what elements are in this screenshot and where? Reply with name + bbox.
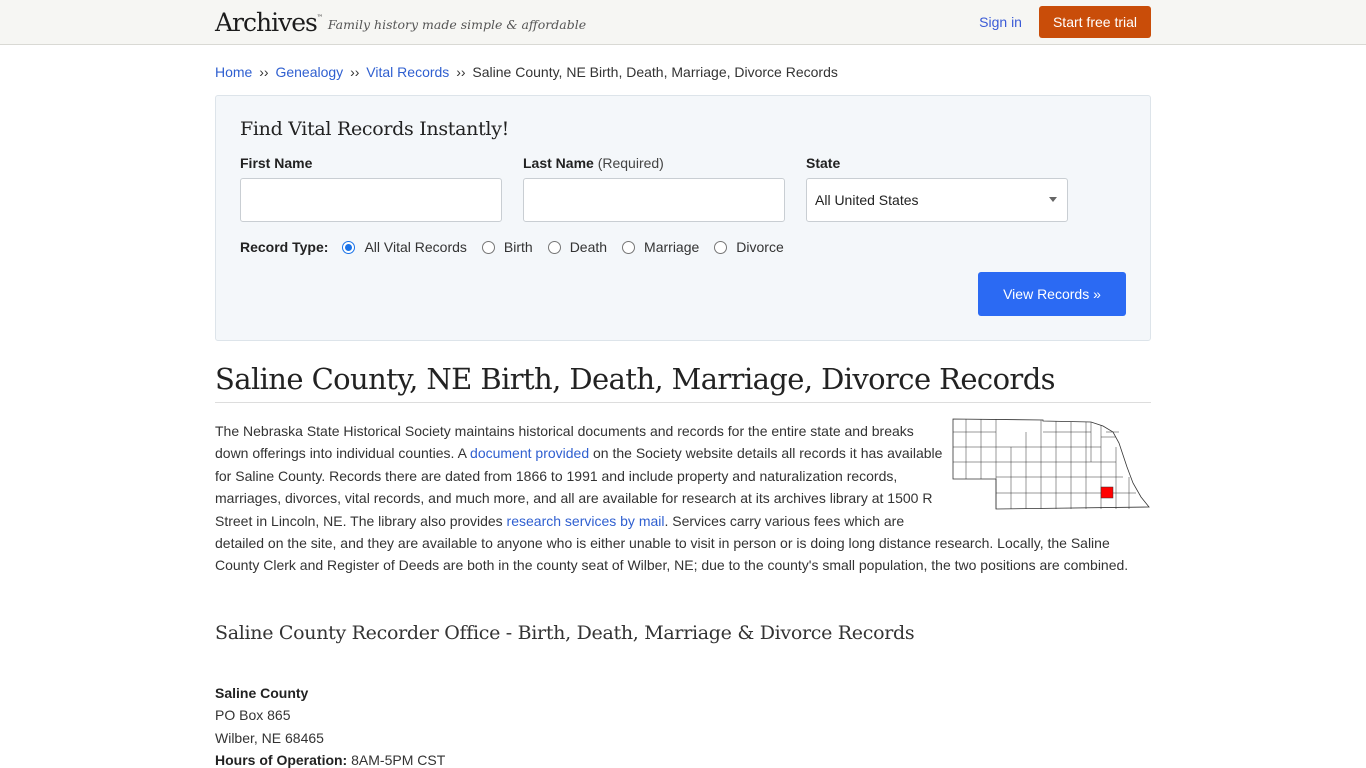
radio-unchecked-icon[interactable]	[547, 240, 561, 254]
record-type-label: Record Type:	[240, 239, 329, 255]
saline-county-highlight	[1100, 486, 1114, 499]
hours-label: Hours of Operation:	[215, 752, 348, 768]
radio-unchecked-icon[interactable]	[481, 240, 495, 254]
first-name-field-group: First Name	[240, 155, 502, 222]
state-select[interactable]: All United States	[806, 178, 1068, 222]
radio-divorce[interactable]: Divorce	[714, 239, 784, 255]
radio-label: All Vital Records	[364, 239, 467, 255]
recorder-office-heading: Saline County Recorder Office - Birth, D…	[215, 621, 915, 644]
required-note: (Required)	[597, 155, 664, 171]
breadcrumb-separator: ››	[350, 64, 360, 80]
radio-label: Birth	[503, 239, 533, 255]
radio-birth[interactable]: Birth	[481, 239, 533, 255]
radio-label: Death	[569, 239, 608, 255]
state-outline	[952, 418, 1150, 510]
radio-label: Marriage	[644, 239, 700, 255]
sign-in-link[interactable]: Sign in	[979, 14, 1022, 30]
office-hours: Hours of Operation: 8AM-5PM CST	[215, 749, 1151, 768]
breadcrumb-vital-records[interactable]: Vital Records	[366, 64, 449, 80]
last-name-input[interactable]	[523, 178, 785, 222]
breadcrumb-separator: ››	[259, 64, 269, 80]
archives-logo[interactable]: Archives™	[215, 8, 323, 37]
trademark-mark: ™	[316, 13, 323, 21]
last-name-label: Last Name (Required)	[523, 155, 664, 171]
breadcrumb: Home ›› Genealogy ›› Vital Records ›› Sa…	[215, 64, 1151, 82]
radio-checked-icon[interactable]	[342, 240, 356, 254]
research-services-link[interactable]: research services by mail	[507, 513, 665, 529]
record-type-group: Record Type: All Vital Records Birth Dea…	[240, 239, 1126, 255]
radio-death[interactable]: Death	[547, 239, 608, 255]
radio-marriage[interactable]: Marriage	[622, 239, 699, 255]
office-address: Saline County PO Box 865 Wilber, NE 6846…	[215, 682, 1151, 768]
radio-unchecked-icon[interactable]	[622, 240, 636, 254]
radio-all-vital-records[interactable]: All Vital Records	[342, 239, 467, 255]
view-records-button[interactable]: View Records »	[978, 272, 1126, 316]
page-title: Saline County, NE Birth, Death, Marriage…	[215, 362, 1151, 403]
radio-label: Divorce	[736, 239, 784, 255]
radio-unchecked-icon[interactable]	[714, 240, 728, 254]
state-label: State	[806, 155, 841, 171]
last-name-field-group: Last Name (Required)	[523, 155, 785, 222]
intro-paragraph: The Nebraska State Historical Society ma…	[215, 418, 1151, 577]
breadcrumb-separator: ››	[456, 64, 466, 80]
office-name: Saline County	[215, 684, 309, 701]
office-address-line-2: Wilber, NE 68465	[215, 729, 324, 746]
tagline: Family history made simple & affordable	[327, 16, 587, 32]
top-header: Archives™ Family history made simple & a…	[0, 0, 1366, 45]
breadcrumb-current: Saline County, NE Birth, Death, Marriage…	[472, 64, 838, 80]
first-name-input[interactable]	[240, 178, 502, 222]
state-field-group: State All United States	[806, 155, 1068, 222]
breadcrumb-genealogy[interactable]: Genealogy	[275, 64, 343, 80]
nebraska-county-map	[952, 418, 1150, 510]
search-form-title: Find Vital Records Instantly!	[240, 118, 509, 140]
first-name-label: First Name	[240, 155, 313, 171]
hours-value: 8AM-5PM CST	[351, 752, 446, 768]
breadcrumb-home[interactable]: Home	[215, 64, 252, 80]
document-provided-link[interactable]: document provided	[470, 445, 589, 461]
vital-records-search-form: Find Vital Records Instantly! First Name…	[215, 95, 1151, 341]
state-selected-value: All United States	[815, 192, 919, 208]
office-address-line-1: PO Box 865	[215, 707, 291, 724]
logo-text: Archives	[215, 7, 318, 37]
start-free-trial-button[interactable]: Start free trial	[1038, 6, 1151, 38]
chevron-down-icon	[1049, 197, 1057, 202]
